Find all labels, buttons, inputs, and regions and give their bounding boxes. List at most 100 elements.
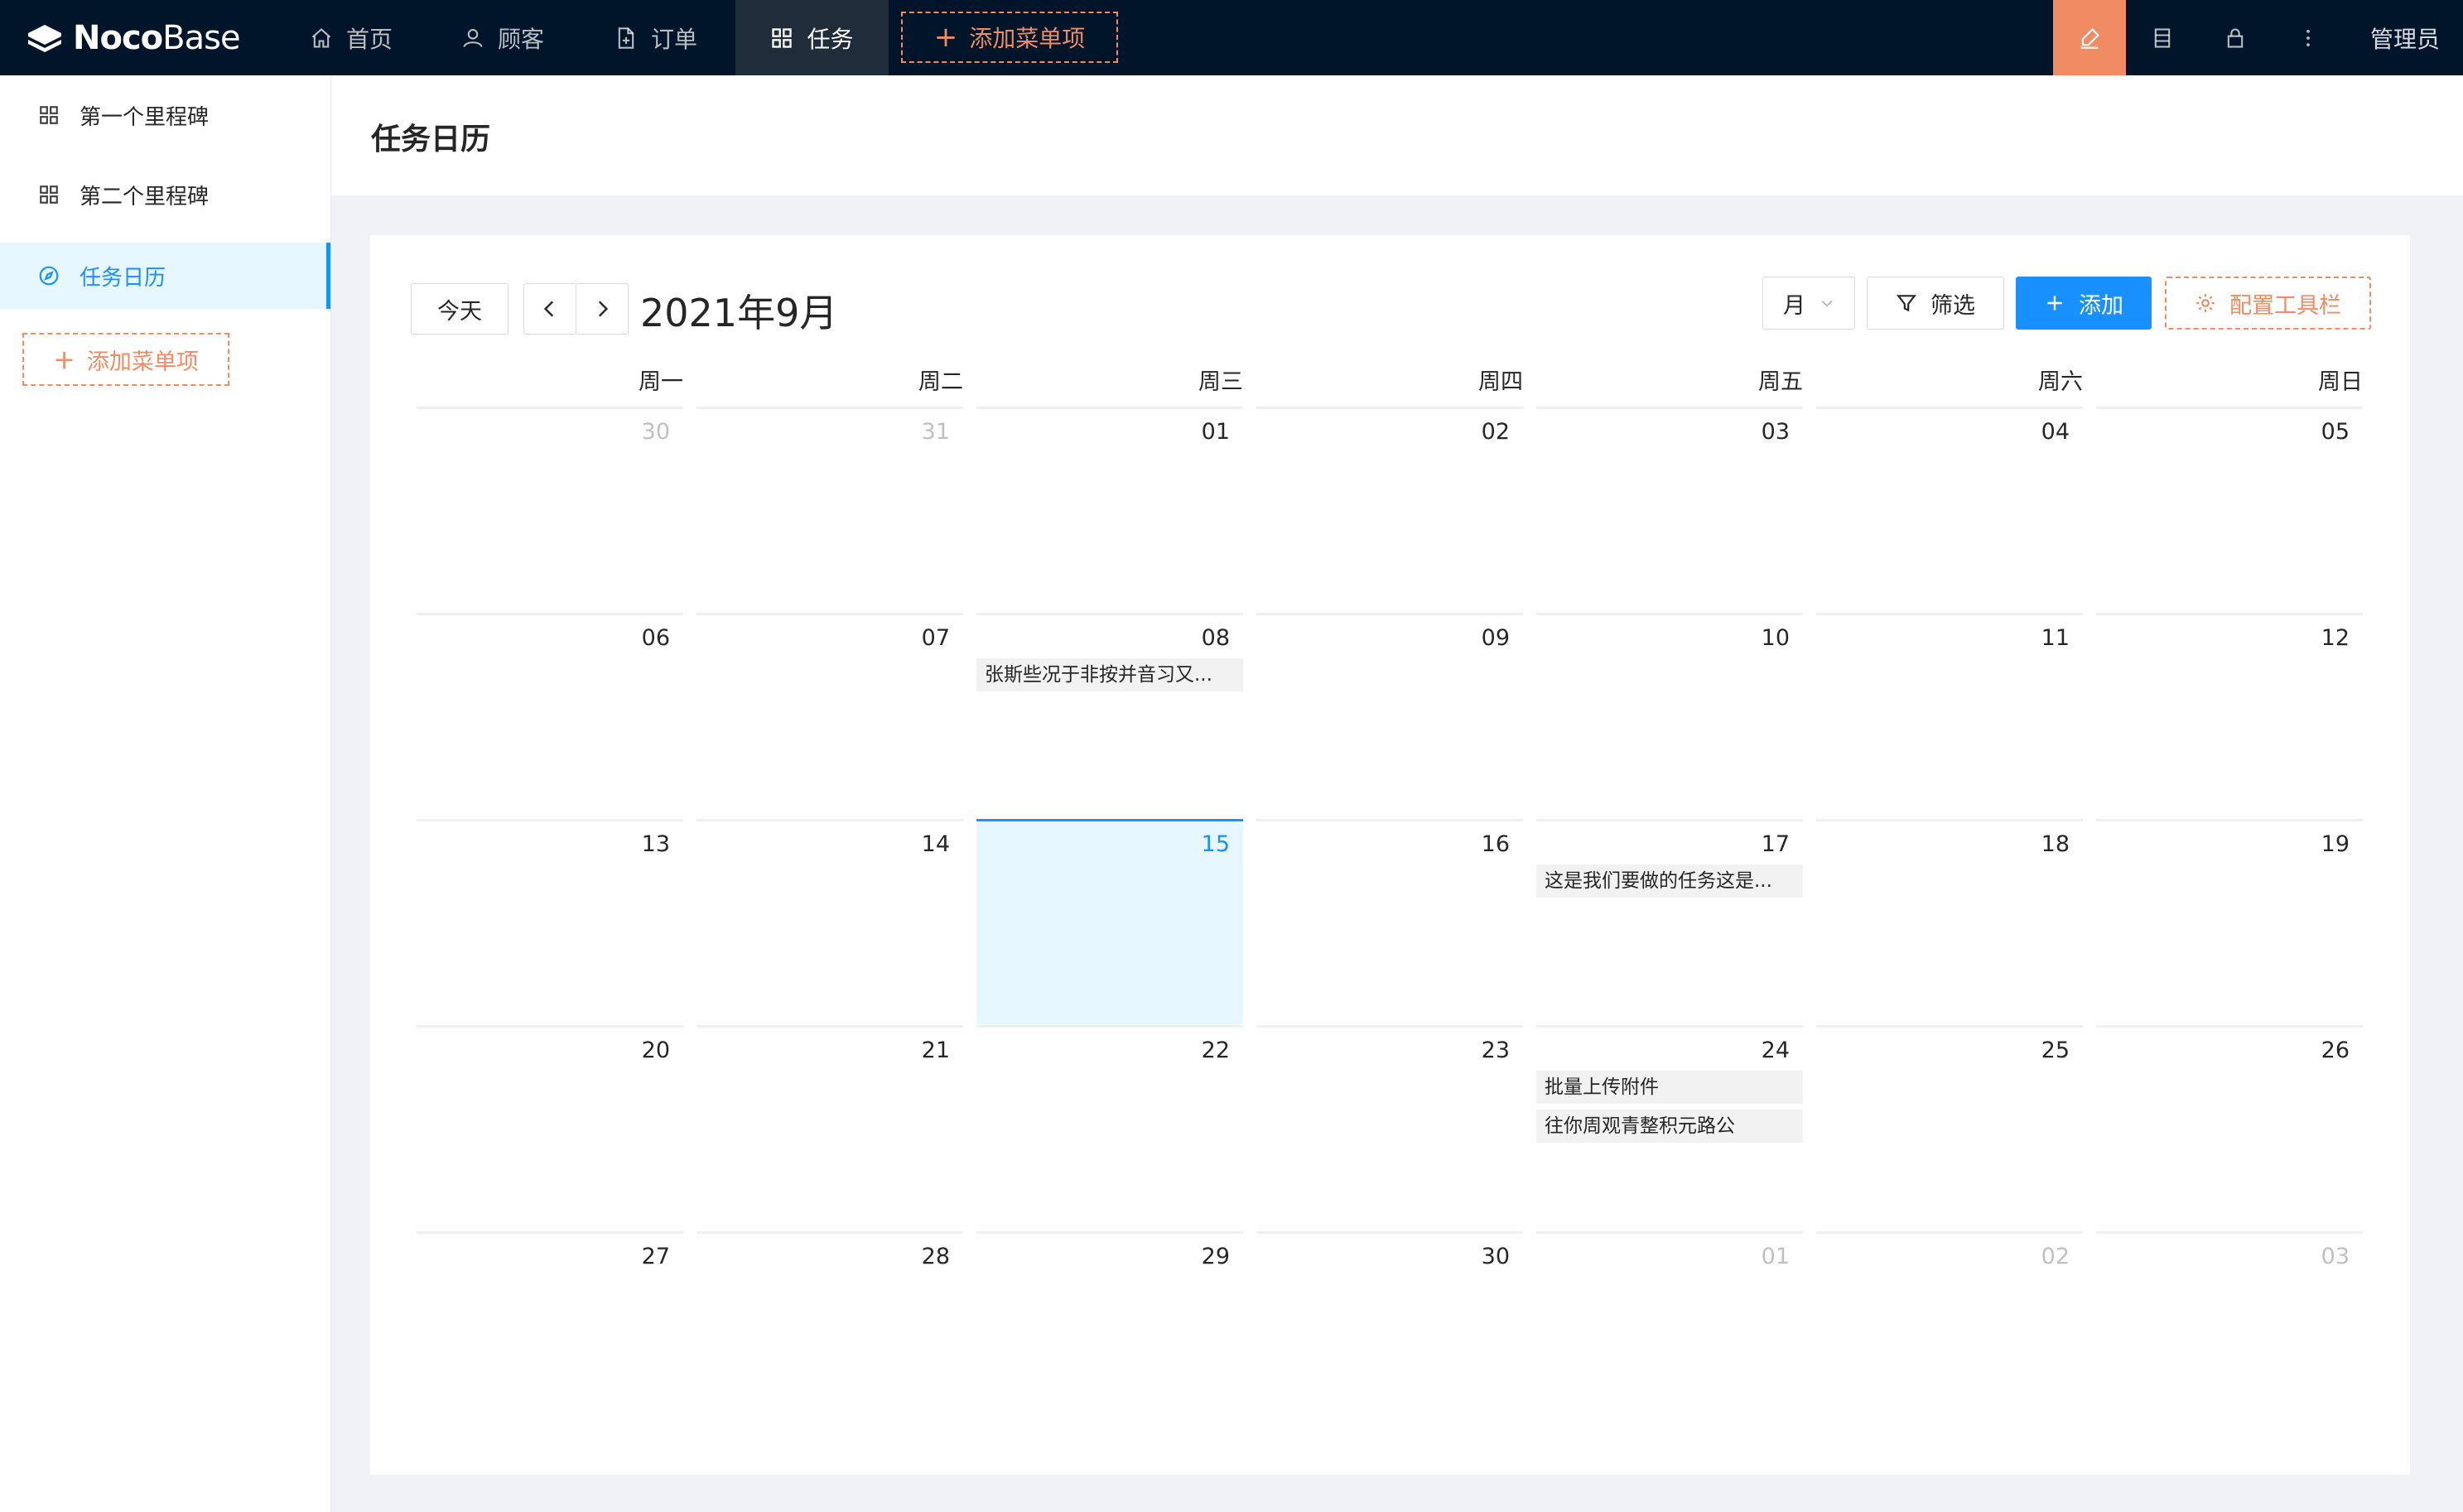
- calendar-day-cell[interactable]: 11: [1816, 613, 2083, 818]
- plus-icon: +: [53, 344, 75, 375]
- day-number: 26: [2321, 1038, 2350, 1063]
- plus-icon: +: [933, 21, 958, 54]
- topnav-item-orders[interactable]: 订单: [615, 0, 697, 75]
- calendar-day-cell[interactable]: 19: [2096, 819, 2363, 1024]
- filter-button[interactable]: 筛选: [1867, 277, 2004, 330]
- day-number: 11: [2041, 625, 2070, 651]
- add-event-button[interactable]: 添加: [2016, 277, 2152, 330]
- view-select[interactable]: 月: [1762, 277, 1855, 330]
- calendar-event[interactable]: 往你周观青整积元路公: [1536, 1110, 1803, 1143]
- calendar-day-cell[interactable]: 17 这是我们要做的任务这是...: [1536, 819, 1803, 1024]
- calendar-day-cell[interactable]: 30: [417, 407, 683, 612]
- day-number: 16: [1481, 831, 1510, 857]
- topnav-add-menu-button[interactable]: + 添加菜单项: [901, 12, 1118, 63]
- topnav-item-customers[interactable]: 顾客: [461, 0, 544, 75]
- chevron-right-icon: [598, 301, 609, 317]
- logo-text-bold: Noco: [73, 19, 163, 57]
- chevron-down-icon: [1821, 300, 1833, 307]
- calendar-day-cell[interactable]: 20: [417, 1025, 683, 1230]
- calendar-event[interactable]: 张斯些况于非按并音习又...: [976, 658, 1243, 691]
- today-button[interactable]: 今天: [411, 283, 509, 335]
- calendar-day-cell[interactable]: 13: [417, 819, 683, 1024]
- day-number: 15: [1201, 831, 1230, 857]
- day-number: 03: [1761, 419, 1790, 445]
- sidebar-item-task-calendar[interactable]: 任务日历: [0, 243, 330, 309]
- calendar-day-cell[interactable]: 07: [696, 613, 963, 818]
- sidebar-item-label: 任务日历: [80, 265, 166, 291]
- permissions-button[interactable]: [2199, 0, 2272, 75]
- day-number: 29: [1201, 1244, 1230, 1269]
- day-number: 31: [921, 419, 950, 445]
- logo[interactable]: Noco Base: [25, 17, 241, 60]
- logo-text-light: Base: [162, 19, 240, 57]
- calendar-day-cell[interactable]: 09: [1256, 613, 1523, 818]
- calendar-day-cell[interactable]: 01: [976, 407, 1243, 612]
- topnav-label: 订单: [651, 25, 698, 53]
- day-number: 25: [2041, 1038, 2070, 1063]
- weekday-label: 周五: [1758, 369, 1803, 395]
- calendar-day-cell[interactable]: 04: [1816, 407, 2083, 612]
- calendar-day-cell[interactable]: 06: [417, 613, 683, 818]
- calendar-day-cell[interactable]: 29: [976, 1231, 1243, 1437]
- calendar-day-cell[interactable]: 14: [696, 819, 963, 1024]
- calendar-day-cell[interactable]: 02: [1256, 407, 1523, 612]
- calendar-day-cell[interactable]: 31: [696, 407, 963, 612]
- day-number: 22: [1201, 1038, 1230, 1063]
- calendar-day-cell[interactable]: 25: [1816, 1025, 2083, 1230]
- calendar-day-cell[interactable]: 23: [1256, 1025, 1523, 1230]
- day-number: 23: [1481, 1038, 1510, 1063]
- user-menu[interactable]: 管理员: [2370, 0, 2440, 75]
- appstore-icon: [40, 185, 58, 204]
- sidebar-add-menu-button[interactable]: + 添加菜单项: [22, 333, 229, 386]
- next-month-button[interactable]: [576, 283, 629, 335]
- prev-month-button[interactable]: [523, 283, 576, 335]
- calendar-day-cell[interactable]: 28: [696, 1231, 963, 1437]
- calendar-day-cell[interactable]: 12: [2096, 613, 2363, 818]
- top-header: Noco Base 首页 顾客 订单 任务 + 添加菜单项 管理员: [0, 0, 2463, 75]
- topnav-item-tasks[interactable]: 任务: [735, 0, 889, 75]
- calendar-day-cell[interactable]: 27: [417, 1231, 683, 1437]
- calendar-day-cell[interactable]: 05: [2096, 407, 2363, 612]
- weekday-label: 周二: [918, 369, 963, 395]
- calendar-day-cell[interactable]: 01: [1536, 1231, 1803, 1437]
- calendar-day-cell[interactable]: 26: [2096, 1025, 2363, 1230]
- ui-editor-button[interactable]: [2053, 0, 2126, 75]
- nocobase-logo-icon: [28, 25, 61, 52]
- topnav-label: 顾客: [498, 25, 545, 53]
- calendar-event[interactable]: 这是我们要做的任务这是...: [1536, 864, 1803, 898]
- file-add-icon: [618, 26, 634, 49]
- topnav-add-label: 添加菜单项: [969, 25, 1086, 52]
- day-number: 30: [1481, 1244, 1510, 1269]
- page-header: 任务日历: [331, 75, 2463, 195]
- calendar-day-cell[interactable]: 03: [1536, 407, 1803, 612]
- calendar-day-cell-today[interactable]: 15: [976, 819, 1243, 1024]
- calendar-day-cell[interactable]: 24 批量上传附件 往你周观青整积元路公: [1536, 1025, 1803, 1230]
- page-title: 任务日历: [371, 123, 491, 156]
- more-button[interactable]: [2272, 0, 2345, 75]
- calendar-day-cell[interactable]: 16: [1256, 819, 1523, 1024]
- topnav-item-home[interactable]: 首页: [310, 0, 393, 75]
- calendar-day-cell[interactable]: 08 张斯些况于非按并音习又...: [976, 613, 1243, 818]
- calendar-day-cell[interactable]: 18: [1816, 819, 2083, 1024]
- weekday-label: 周四: [1478, 369, 1523, 395]
- user-icon: [463, 28, 483, 47]
- calendar-day-cell[interactable]: 21: [696, 1025, 963, 1230]
- calendar-day-cell[interactable]: 03: [2096, 1231, 2363, 1437]
- calendar-day-cell[interactable]: 30: [1256, 1231, 1523, 1437]
- collections-button[interactable]: [2126, 0, 2199, 75]
- day-number: 05: [2321, 419, 2350, 445]
- filter-label: 筛选: [1930, 292, 1975, 319]
- calendar-event[interactable]: 批量上传附件: [1536, 1071, 1803, 1104]
- calendar-day-cell[interactable]: 10: [1536, 613, 1803, 818]
- sidebar-item-label: 第一个里程碑: [80, 104, 210, 130]
- more-vertical-icon: [2306, 29, 2310, 46]
- calendar-day-cell[interactable]: 02: [1816, 1231, 2083, 1437]
- filter-icon: [1897, 295, 1916, 312]
- configure-toolbar-button[interactable]: 配置工具栏: [2165, 277, 2371, 330]
- sidebar-item-milestone-2[interactable]: 第二个里程碑: [0, 161, 330, 228]
- calendar-day-cell[interactable]: 22: [976, 1025, 1243, 1230]
- sidebar: 第一个里程碑 第二个里程碑 任务日历 + 添加菜单项: [0, 75, 331, 1512]
- day-number: 24: [1761, 1038, 1790, 1063]
- weekday-label: 周一: [639, 369, 683, 395]
- sidebar-item-milestone-1[interactable]: 第一个里程碑: [0, 82, 330, 148]
